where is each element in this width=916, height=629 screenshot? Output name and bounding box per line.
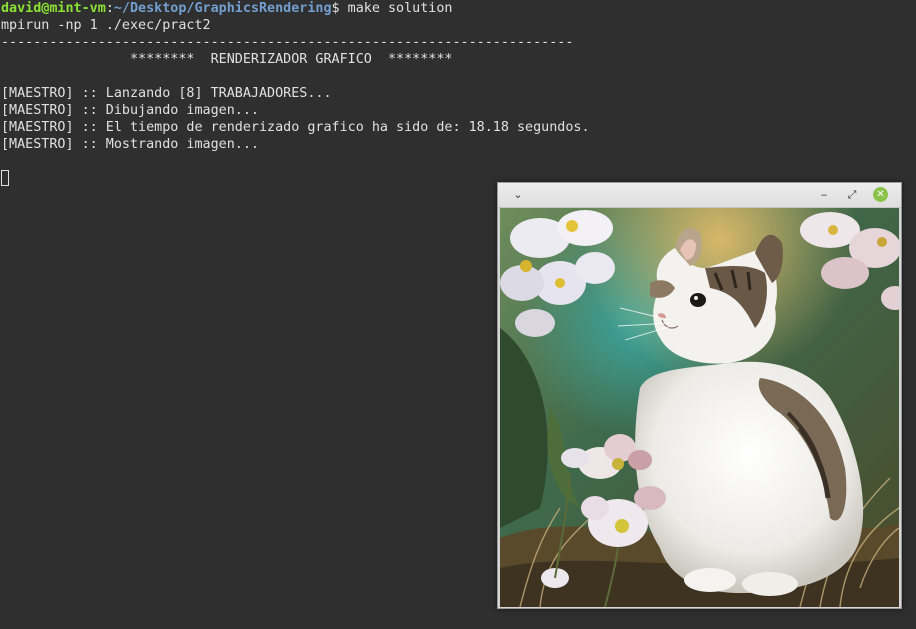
- window-titlebar[interactable]: ⌄ ‒ ⤢ ✕: [498, 183, 901, 208]
- output-line: [MAESTRO] :: Dibujando imagen...: [1, 103, 259, 118]
- prompt-sign: $: [331, 1, 340, 16]
- banner-line: ******** RENDERIZADOR GRAFICO ********: [1, 52, 453, 67]
- minimize-button[interactable]: ‒: [816, 187, 832, 203]
- prompt-user-host: david@mint-vm: [1, 1, 106, 16]
- maximize-button[interactable]: ⤢: [844, 187, 860, 203]
- prompt-command: make solution: [339, 1, 453, 16]
- prompt-separator: :: [105, 1, 114, 16]
- rendered-image: [500, 208, 899, 607]
- close-button[interactable]: ✕: [873, 187, 888, 202]
- prompt-path: ~/Desktop/GraphicsRendering: [113, 1, 332, 16]
- image-viewer-window[interactable]: ⌄ ‒ ⤢ ✕: [497, 182, 902, 609]
- separator-line: ----------------------------------------…: [1, 35, 574, 50]
- output-line: mpirun -np 1 ./exec/pract2: [1, 18, 211, 33]
- terminal-cursor: [1, 170, 9, 186]
- prompt-line: david@mint-vm:~/Desktop/GraphicsRenderin…: [1, 0, 452, 17]
- output-line: [MAESTRO] :: Lanzando [8] TRABAJADORES..…: [1, 86, 332, 101]
- kitten-image: [500, 208, 899, 607]
- chevron-down-icon[interactable]: ⌄: [510, 187, 526, 203]
- output-line: [MAESTRO] :: Mostrando imagen...: [1, 137, 259, 152]
- output-line: [MAESTRO] :: El tiempo de renderizado gr…: [1, 120, 590, 135]
